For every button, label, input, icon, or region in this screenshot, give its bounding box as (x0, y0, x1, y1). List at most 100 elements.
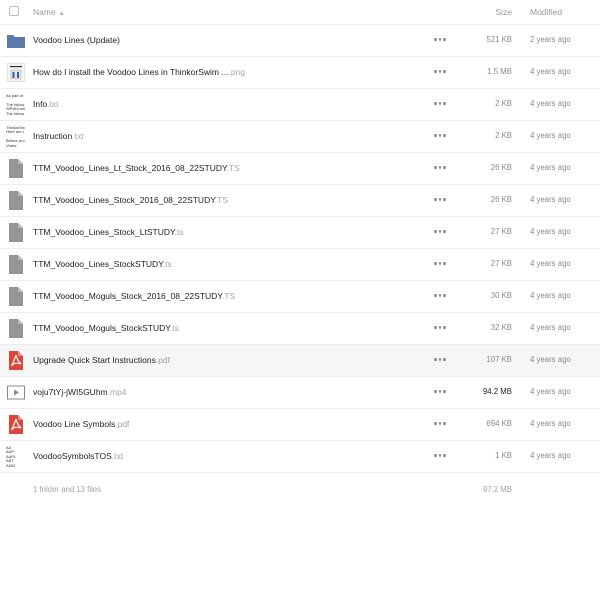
file-list: Name ▲ Size Modified Voodoo Lines (Update… (0, 0, 600, 513)
more-actions-icon[interactable] (434, 326, 446, 330)
file-name[interactable]: How do I install the Voodoo Lines in Thi… (33, 67, 245, 77)
file-modified: 4 years ago (530, 99, 571, 108)
more-actions-icon[interactable] (434, 358, 446, 362)
file-icon (6, 158, 26, 179)
file-modified: 4 years ago (530, 419, 571, 428)
file-modified: 4 years ago (530, 163, 571, 172)
more-actions-icon[interactable] (434, 262, 446, 266)
more-actions-icon[interactable] (434, 38, 446, 42)
file-modified: 4 years ago (530, 131, 571, 140)
file-size: 94.2 MB (482, 387, 512, 396)
file-size: 1 KB (495, 451, 512, 460)
file-icon (6, 286, 26, 307)
file-name[interactable]: Info.txt (33, 99, 59, 109)
file-name[interactable]: TTM_Voodoo_Lines_Lt_Stock_2016_08_22STUD… (33, 163, 240, 173)
file-extension: .ts (174, 227, 184, 237)
file-name[interactable]: TTM_Voodoo_Lines_StockSTUDY.ts (33, 259, 172, 269)
thumbnail-line: Here are t (6, 129, 24, 135)
file-basename: TTM_Voodoo_Lines_StockSTUDY (33, 259, 163, 269)
file-extension: .ts (169, 323, 179, 333)
file-icon (6, 254, 26, 275)
name-column-header[interactable]: Name ▲ (33, 7, 65, 17)
text-thumbnail-icon: As part of The follow WPW:Insti The follow (6, 94, 26, 115)
more-actions-icon[interactable] (434, 294, 446, 298)
image-thumbnail-icon (6, 62, 26, 83)
file-size: 26 KB (490, 195, 512, 204)
summary-count: 1 folder and 13 files (33, 485, 102, 494)
file-basename: Instruction (33, 131, 73, 141)
file-icon (6, 318, 26, 339)
file-row[interactable]: Voodoo Line Symbols.pdf 694 KB 4 years ago (0, 409, 600, 441)
file-size: 26 KB (490, 163, 512, 172)
file-basename: Info (33, 99, 48, 109)
file-row[interactable]: TTM_Voodoo_Lines_StockSTUDY.ts 27 KB 4 yea… (0, 249, 600, 281)
more-actions-icon[interactable] (434, 198, 446, 202)
more-actions-icon[interactable] (434, 134, 446, 138)
more-actions-icon[interactable] (434, 230, 446, 234)
file-size: 521 KB (486, 35, 512, 44)
select-all-checkbox[interactable] (9, 6, 19, 16)
file-extension: .pdf (115, 419, 130, 429)
file-row[interactable]: Upgrade Quick Start Instructions.pdf 107 … (0, 345, 600, 377)
more-actions-icon[interactable] (434, 422, 446, 426)
file-row[interactable]: ThinkorSw Here are t Before pro Video: Inst… (0, 121, 600, 153)
file-name[interactable]: VoodooSymbolsTOS.txt (33, 451, 123, 461)
file-name[interactable]: voju7tYj-jWI5GUhm.mp4 (33, 387, 127, 397)
file-icon (6, 222, 26, 243)
file-basename: TTM_Voodoo_Lines_Stock_2016_08_22STUDY (33, 195, 215, 205)
file-name[interactable]: Upgrade Quick Start Instructions.pdf (33, 355, 170, 365)
file-name[interactable]: Voodoo Line Symbols.pdf (33, 419, 129, 429)
file-size: 32 KB (490, 323, 512, 332)
file-extension: .txt (111, 451, 124, 461)
file-size: 107 KB (486, 355, 512, 364)
file-row[interactable]: TTM_Voodoo_Moguls_Stock_2016_08_22STUDY.… (0, 281, 600, 313)
file-extension: .pdf (155, 355, 171, 365)
video-icon (6, 382, 26, 403)
file-name[interactable]: TTM_Voodoo_Moguls_StockSTUDY.ts (33, 323, 179, 333)
file-row[interactable]: TTM_Voodoo_Moguls_StockSTUDY.ts 32 KB 4 ye… (0, 313, 600, 345)
file-name[interactable]: TTM_Voodoo_Moguls_Stock_2016_08_22STUDY.… (33, 291, 235, 301)
thumbnail-line: Video: (6, 142, 18, 147)
file-icon (6, 190, 26, 211)
file-name[interactable]: TTM_Voodoo_Lines_Stock_LtSTUDY.ts (33, 227, 184, 237)
file-extension: .ts (162, 259, 172, 269)
file-row[interactable]: AA AAP AAPL ABT ADM VoodooSymbolsTOS.txt 1 KB 4… (0, 441, 600, 473)
file-name[interactable]: TTM_Voodoo_Lines_Stock_2016_08_22STUDY.T… (33, 195, 228, 205)
pdf-icon (6, 414, 26, 435)
file-row[interactable]: How do I install the Voodoo Lines in Thi… (0, 57, 600, 89)
modified-column-header[interactable]: Modified (530, 7, 562, 17)
file-row[interactable]: TTM_Voodoo_Lines_Stock_2016_08_22STUDY.T… (0, 185, 600, 217)
file-row[interactable]: TTM_Voodoo_Lines_Stock_LtSTUDY.ts 27 KB 4 … (0, 217, 600, 249)
file-size: 27 KB (490, 227, 512, 236)
file-name[interactable]: Voodoo Lines (Update) (33, 35, 120, 45)
sort-ascending-icon: ▲ (58, 11, 65, 17)
more-actions-icon[interactable] (434, 390, 446, 394)
file-basename: TTM_Voodoo_Lines_Lt_Stock_2016_08_22STUD… (33, 163, 227, 173)
thumbnail-line: As part of (6, 94, 24, 98)
file-row[interactable]: TTM_Voodoo_Lines_Lt_Stock_2016_08_22STUD… (0, 153, 600, 185)
more-actions-icon[interactable] (434, 454, 446, 458)
file-basename: VoodooSymbolsTOS (33, 451, 112, 461)
more-actions-icon[interactable] (434, 70, 446, 74)
file-modified: 4 years ago (530, 323, 571, 332)
size-column-header[interactable]: Size (495, 7, 512, 17)
folder-icon (6, 30, 26, 51)
pdf-icon (6, 350, 26, 371)
file-size: 2 KB (495, 99, 512, 108)
file-extension: .mp4 (107, 387, 127, 397)
file-modified: 4 years ago (530, 227, 571, 236)
file-row[interactable]: Voodoo Lines (Update) 521 KB 2 years ago (0, 25, 600, 57)
file-name[interactable]: Instruction.txt (33, 131, 84, 141)
file-size: 2 KB (495, 131, 512, 140)
file-row[interactable]: As part of The follow WPW:Insti The follow… (0, 89, 600, 121)
file-row[interactable]: voju7tYj-jWI5GUhm.mp4 94.2 MB 4 years ago (0, 377, 600, 409)
file-size: 27 KB (490, 259, 512, 268)
more-actions-icon[interactable] (434, 102, 446, 106)
more-actions-icon[interactable] (434, 166, 446, 170)
file-modified: 4 years ago (530, 355, 571, 364)
file-basename: How do I install the Voodoo Lines in Thi… (33, 67, 229, 77)
file-basename: TTM_Voodoo_Lines_Stock_LtSTUDY (33, 227, 175, 237)
file-modified: 4 years ago (530, 195, 571, 204)
list-header: Name ▲ Size Modified (0, 0, 600, 25)
file-size: 30 KB (490, 291, 512, 300)
